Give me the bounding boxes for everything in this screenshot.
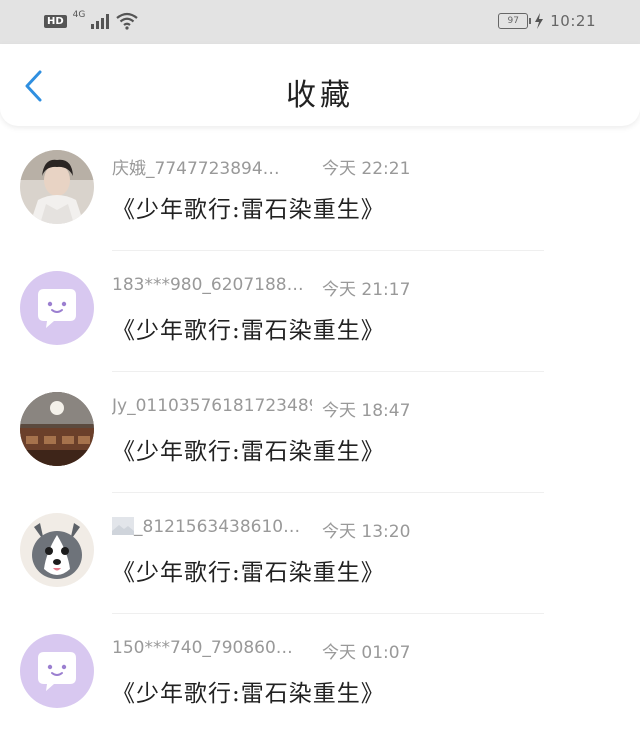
- timestamp: 今天 22:21: [322, 159, 411, 179]
- timestamp: 今天 01:07: [322, 643, 411, 663]
- item-meta: 183***980_6207188… 今天 21:17: [112, 275, 410, 300]
- list-item[interactable]: 150***740_790860… 今天 01:07 《少年歌行:雷石染重生》: [0, 614, 640, 735]
- timestamp: 今天 18:47: [322, 401, 411, 421]
- status-left-group: HD 4G: [44, 10, 139, 30]
- username: 150***740_790860…: [112, 638, 293, 658]
- network-type: 4G: [72, 10, 86, 20]
- charging-icon: [535, 13, 544, 29]
- battery-icon: 97: [498, 13, 532, 29]
- timestamp: 今天 13:20: [322, 522, 411, 542]
- avatar[interactable]: [20, 634, 94, 708]
- username: Jy_01103576181723489: [112, 396, 312, 416]
- item-title: 《少年歌行:雷石染重生》: [112, 681, 385, 707]
- status-bar: HD 4G 97 10:21: [0, 0, 640, 44]
- item-title: 《少年歌行:雷石染重生》: [112, 560, 385, 586]
- list-item[interactable]: 庆娥_7747723894… 今天 22:21 《少年歌行:雷石染重生》: [0, 130, 640, 251]
- clock: 10:21: [550, 12, 596, 30]
- item-title: 《少年歌行:雷石染重生》: [112, 197, 385, 223]
- avatar[interactable]: [20, 392, 94, 466]
- username: 庆娥_7747723894…: [112, 159, 280, 179]
- username-text: _8121563438610…: [134, 517, 301, 537]
- status-right-group: 97 10:21: [498, 12, 596, 30]
- list-item[interactable]: _8121563438610… 今天 13:20 《少年歌行:雷石染重生》: [0, 493, 640, 614]
- username: _8121563438610…: [112, 517, 312, 542]
- item-meta: 150***740_790860… 今天 01:07: [112, 638, 410, 663]
- avatar[interactable]: [20, 150, 94, 224]
- image-emoji-icon: [112, 517, 134, 535]
- wifi-icon: [116, 12, 139, 30]
- avatar[interactable]: [20, 513, 94, 587]
- page-title: 收藏: [286, 78, 354, 113]
- username: 183***980_6207188…: [112, 275, 304, 295]
- avatar[interactable]: [20, 271, 94, 345]
- hd-badge: HD: [44, 14, 67, 28]
- list-item[interactable]: 183***980_6207188… 今天 21:17 《少年歌行:雷石染重生》: [0, 251, 640, 372]
- timestamp: 今天 21:17: [322, 280, 411, 300]
- nav-header: 收藏: [0, 44, 640, 126]
- item-meta: _8121563438610… 今天 13:20: [112, 517, 410, 542]
- list-item[interactable]: Jy_01103576181723489 今天 18:47 《少年歌行:雷石染重…: [0, 372, 640, 493]
- item-title: 《少年歌行:雷石染重生》: [112, 439, 385, 465]
- item-title: 《少年歌行:雷石染重生》: [112, 318, 385, 344]
- item-meta: 庆娥_7747723894… 今天 22:21: [112, 154, 410, 179]
- item-meta: Jy_01103576181723489 今天 18:47: [112, 396, 410, 421]
- signal-icon: [91, 13, 110, 29]
- favorites-list: 庆娥_7747723894… 今天 22:21 《少年歌行:雷石染重生》 183…: [0, 130, 640, 735]
